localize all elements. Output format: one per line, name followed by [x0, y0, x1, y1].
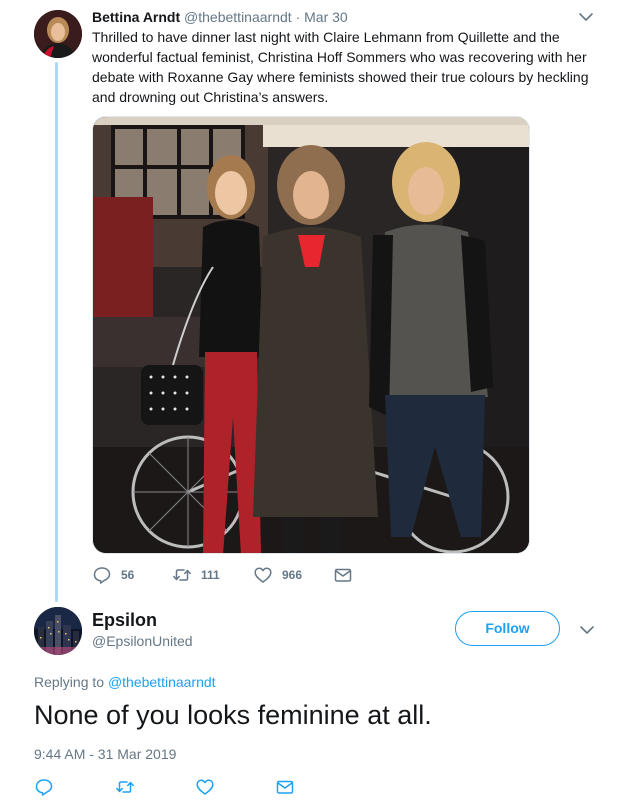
envelope-icon[interactable] [333, 565, 353, 585]
tweet-text: Thrilled to have dinner last night with … [92, 29, 589, 105]
envelope-icon[interactable] [275, 777, 295, 797]
replying-to-link[interactable]: @thebettinaarndt [108, 674, 216, 690]
retweet-icon[interactable] [172, 565, 192, 585]
heart-icon[interactable] [195, 777, 215, 797]
tweet-timestamp[interactable]: 9:44 AM - 31 Mar 2019 [34, 745, 176, 763]
tweet-text: None of you looks feminine at all. [34, 700, 432, 730]
retweet-action[interactable]: 111 [172, 565, 220, 585]
avatar[interactable] [34, 607, 82, 655]
avatar[interactable] [34, 10, 82, 58]
author-handle[interactable]: @thebettinaarndt [184, 9, 292, 25]
reply-count: 56 [121, 568, 135, 582]
like-count: 966 [282, 568, 303, 582]
thread-connector-line [55, 62, 58, 602]
dm-action[interactable] [275, 777, 295, 797]
chevron-down-icon[interactable] [577, 10, 595, 24]
retweet-action[interactable] [115, 777, 135, 797]
separator-dot: · [295, 9, 301, 25]
tweet-photo[interactable] [92, 116, 530, 554]
like-action[interactable] [195, 777, 215, 797]
author-name[interactable]: Epsilon [92, 609, 157, 631]
retweet-count: 111 [201, 568, 220, 582]
author-name[interactable]: Bettina Arndt [92, 9, 180, 25]
replying-prefix: Replying to [34, 674, 105, 690]
like-action[interactable]: 966 [253, 565, 302, 585]
reply-action[interactable] [34, 777, 54, 797]
avatar-photo [34, 10, 82, 58]
photo-image [93, 117, 529, 553]
heart-icon[interactable] [253, 565, 273, 585]
tweet-header: Bettina Arndt @thebettinaarndt · Mar 30 [92, 9, 348, 26]
reply-action[interactable]: 56 [92, 565, 134, 585]
avatar-photo [34, 607, 82, 655]
author-handle[interactable]: @EpsilonUnited [92, 632, 193, 650]
dm-action[interactable] [333, 565, 353, 585]
reply-icon[interactable] [34, 777, 54, 797]
replying-to: Replying to @thebettinaarndt [34, 673, 216, 691]
tweet-date[interactable]: Mar 30 [304, 9, 348, 25]
follow-button[interactable]: Follow [455, 611, 560, 646]
reply-icon[interactable] [92, 565, 112, 585]
retweet-icon[interactable] [115, 777, 135, 797]
chevron-down-icon[interactable] [578, 623, 596, 637]
